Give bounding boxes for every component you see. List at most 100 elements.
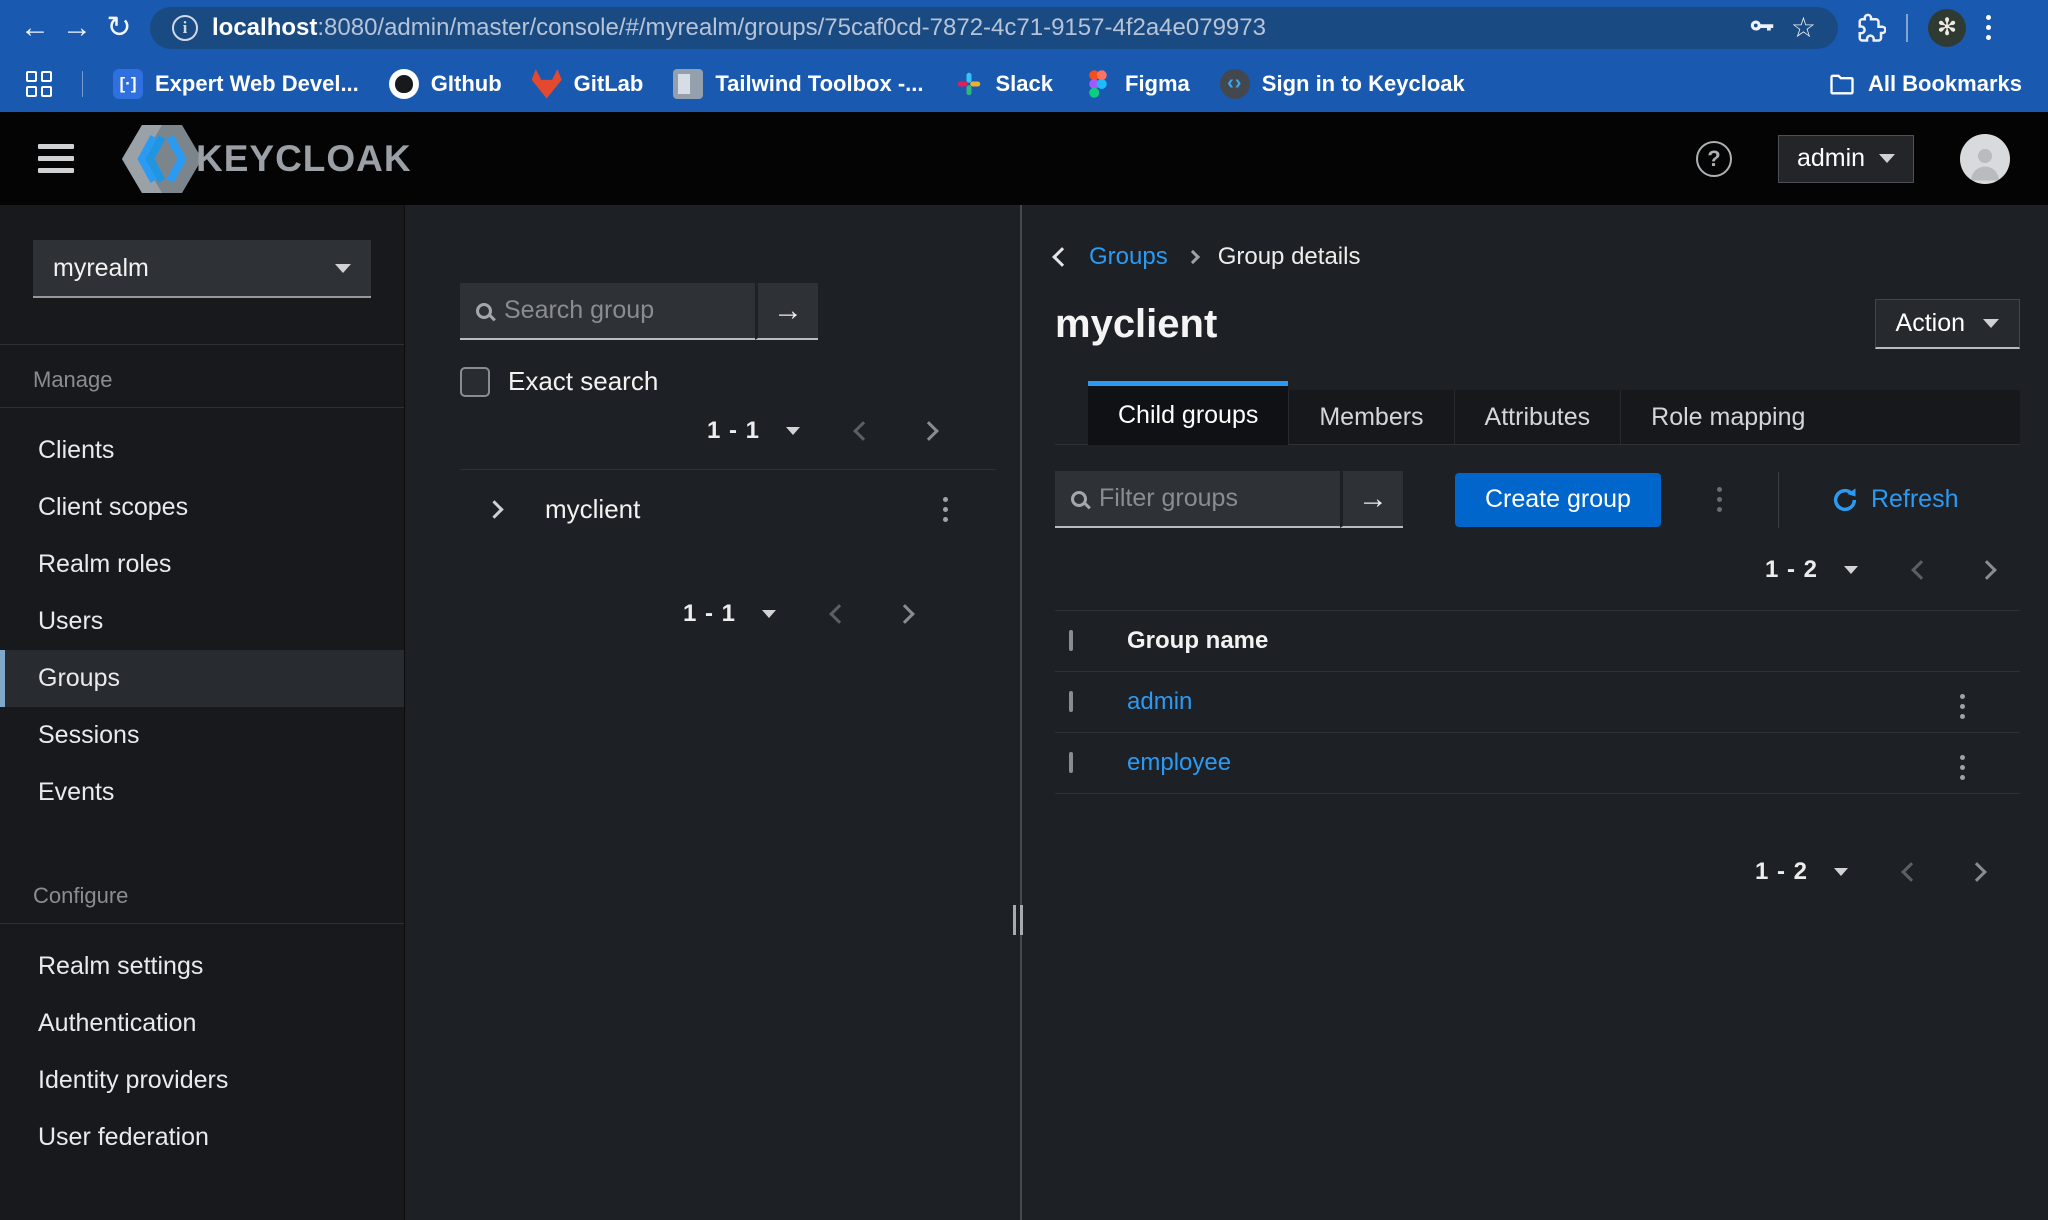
sidebar-item-events[interactable]: Events — [0, 764, 404, 821]
github-favicon — [389, 69, 419, 99]
tree-item-myclient[interactable]: myclient — [460, 480, 1008, 538]
sidebar-item-clients[interactable]: Clients — [0, 422, 404, 479]
keycloak-logo-icon — [120, 121, 204, 197]
filter-submit-button[interactable] — [1340, 471, 1403, 528]
toolbar-divider — [1778, 472, 1779, 528]
extensions-icon[interactable] — [1856, 13, 1886, 43]
keycloak-logo[interactable]: KEYCLOAK — [120, 121, 412, 197]
bookmark-label: GitLab — [574, 71, 644, 97]
chevron-down-icon — [335, 264, 351, 273]
refresh-button[interactable]: Refresh — [1831, 485, 1959, 514]
browser-profile-avatar[interactable] — [1928, 9, 1966, 47]
sidebar-divider — [0, 407, 404, 408]
site-info-icon[interactable] — [172, 15, 198, 41]
tree-divider — [460, 469, 996, 470]
per-page-caret[interactable] — [762, 605, 776, 623]
tab-role-mapping[interactable]: Role mapping — [1620, 390, 1835, 444]
sidebar-item-user-federation[interactable]: User federation — [0, 1109, 404, 1166]
sidebar-item-authentication[interactable]: Authentication — [0, 995, 404, 1052]
row-kebab-icon[interactable] — [1960, 755, 1965, 780]
filter-groups-input[interactable] — [1099, 484, 1324, 513]
browser-menu-icon[interactable] — [1986, 15, 1991, 40]
exact-search-checkbox[interactable] — [460, 367, 490, 397]
search-submit-button[interactable] — [755, 283, 818, 340]
group-search-input[interactable] — [504, 296, 739, 325]
sidebar-item-identity-providers[interactable]: Identity providers — [0, 1052, 404, 1109]
bookmark-keycloak[interactable]: Sign in to Keycloak — [1220, 69, 1465, 99]
create-group-button[interactable]: Create group — [1455, 473, 1661, 527]
row-checkbox[interactable] — [1069, 691, 1073, 712]
row-checkbox[interactable] — [1069, 752, 1073, 773]
user-dropdown[interactable]: admin — [1778, 135, 1914, 183]
all-bookmarks-button[interactable]: All Bookmarks — [1828, 70, 2022, 98]
reload-icon[interactable]: ↻ — [98, 10, 140, 45]
hamburger-menu-icon[interactable] — [38, 144, 74, 173]
bookmark-label: GIthub — [431, 71, 502, 97]
address-bar[interactable]: localhost:8080/admin/master/console/#/my… — [150, 7, 1838, 49]
url-text[interactable]: localhost:8080/admin/master/console/#/my… — [212, 14, 1733, 42]
bookmark-figma[interactable]: Figma — [1083, 69, 1190, 99]
prev-page-icon[interactable] — [853, 421, 873, 441]
sidebar-item-groups[interactable]: Groups — [0, 650, 404, 707]
group-search-field[interactable] — [460, 283, 755, 340]
bookmark-tailwind[interactable]: Tailwind Toolbox -... — [673, 69, 923, 99]
prev-page-icon[interactable] — [1911, 560, 1931, 580]
user-avatar[interactable] — [1960, 134, 2010, 184]
row-kebab-icon[interactable] — [1960, 694, 1965, 719]
next-page-icon[interactable] — [919, 421, 939, 441]
sidebar-item-realm-roles[interactable]: Realm roles — [0, 536, 404, 593]
sidebar-item-users[interactable]: Users — [0, 593, 404, 650]
next-page-icon[interactable] — [895, 604, 915, 624]
keycloak-favicon — [1220, 69, 1250, 99]
apps-grid-icon[interactable] — [26, 71, 52, 97]
tab-attributes[interactable]: Attributes — [1454, 390, 1621, 444]
tab-members[interactable]: Members — [1288, 390, 1453, 444]
password-key-icon[interactable] — [1747, 13, 1777, 43]
help-icon[interactable] — [1696, 141, 1732, 177]
tab-child-groups[interactable]: Child groups — [1088, 381, 1288, 445]
tree-item-kebab-icon[interactable] — [943, 497, 948, 522]
tabs: Child groups Members Attributes Role map… — [1055, 381, 2020, 445]
bookmark-github[interactable]: GIthub — [389, 69, 502, 99]
next-page-icon[interactable] — [1967, 862, 1987, 882]
pagination-range: 1 - 1 — [683, 600, 736, 628]
bookmark-star-icon[interactable]: ☆ — [1791, 11, 1816, 44]
panel-resize-handle[interactable] — [1013, 905, 1023, 935]
all-bookmarks-label: All Bookmarks — [1868, 71, 2022, 97]
per-page-caret[interactable] — [1834, 863, 1848, 881]
bookmark-slack[interactable]: Slack — [954, 69, 1054, 99]
forward-icon[interactable]: → — [56, 11, 98, 45]
pagination-range: 1 - 1 — [707, 417, 760, 445]
table-pagination-bottom: 1 - 2 — [1055, 858, 2020, 886]
toolbar-kebab-icon[interactable] — [1717, 487, 1722, 512]
realm-name: myrealm — [53, 254, 149, 283]
sidebar-item-sessions[interactable]: Sessions — [0, 707, 404, 764]
bookmark-gitlab[interactable]: GitLab — [532, 69, 644, 99]
table-row: admin — [1055, 672, 2020, 733]
next-page-icon[interactable] — [1977, 560, 1997, 580]
refresh-icon — [1831, 486, 1859, 514]
breadcrumb-groups-link[interactable]: Groups — [1089, 243, 1168, 271]
sidebar-item-client-scopes[interactable]: Client scopes — [0, 479, 404, 536]
group-link-employee[interactable]: employee — [1127, 733, 1960, 794]
sidebar-item-realm-settings[interactable]: Realm settings — [0, 938, 404, 995]
per-page-caret[interactable] — [786, 422, 800, 440]
refresh-label: Refresh — [1871, 485, 1959, 514]
bookmark-expert-web[interactable]: Expert Web Devel... — [113, 69, 359, 99]
prev-page-icon[interactable] — [829, 604, 849, 624]
filter-groups-field[interactable] — [1055, 471, 1340, 528]
expert-web-favicon — [113, 69, 143, 99]
per-page-caret[interactable] — [1844, 561, 1858, 579]
back-chevron-icon[interactable] — [1052, 247, 1072, 267]
prev-page-icon[interactable] — [1901, 862, 1921, 882]
action-dropdown-button[interactable]: Action — [1875, 299, 2020, 349]
pagination-range: 1 - 2 — [1755, 858, 1808, 886]
select-all-checkbox[interactable] — [1069, 630, 1073, 651]
configure-section-label: Configure — [0, 861, 404, 909]
sidebar-divider — [0, 923, 404, 924]
expand-chevron-icon[interactable] — [485, 500, 503, 518]
group-link-admin[interactable]: admin — [1127, 672, 1960, 733]
breadcrumb: Groups Group details — [1055, 243, 2020, 271]
back-icon[interactable]: ← — [14, 11, 56, 45]
realm-selector[interactable]: myrealm — [33, 240, 371, 298]
